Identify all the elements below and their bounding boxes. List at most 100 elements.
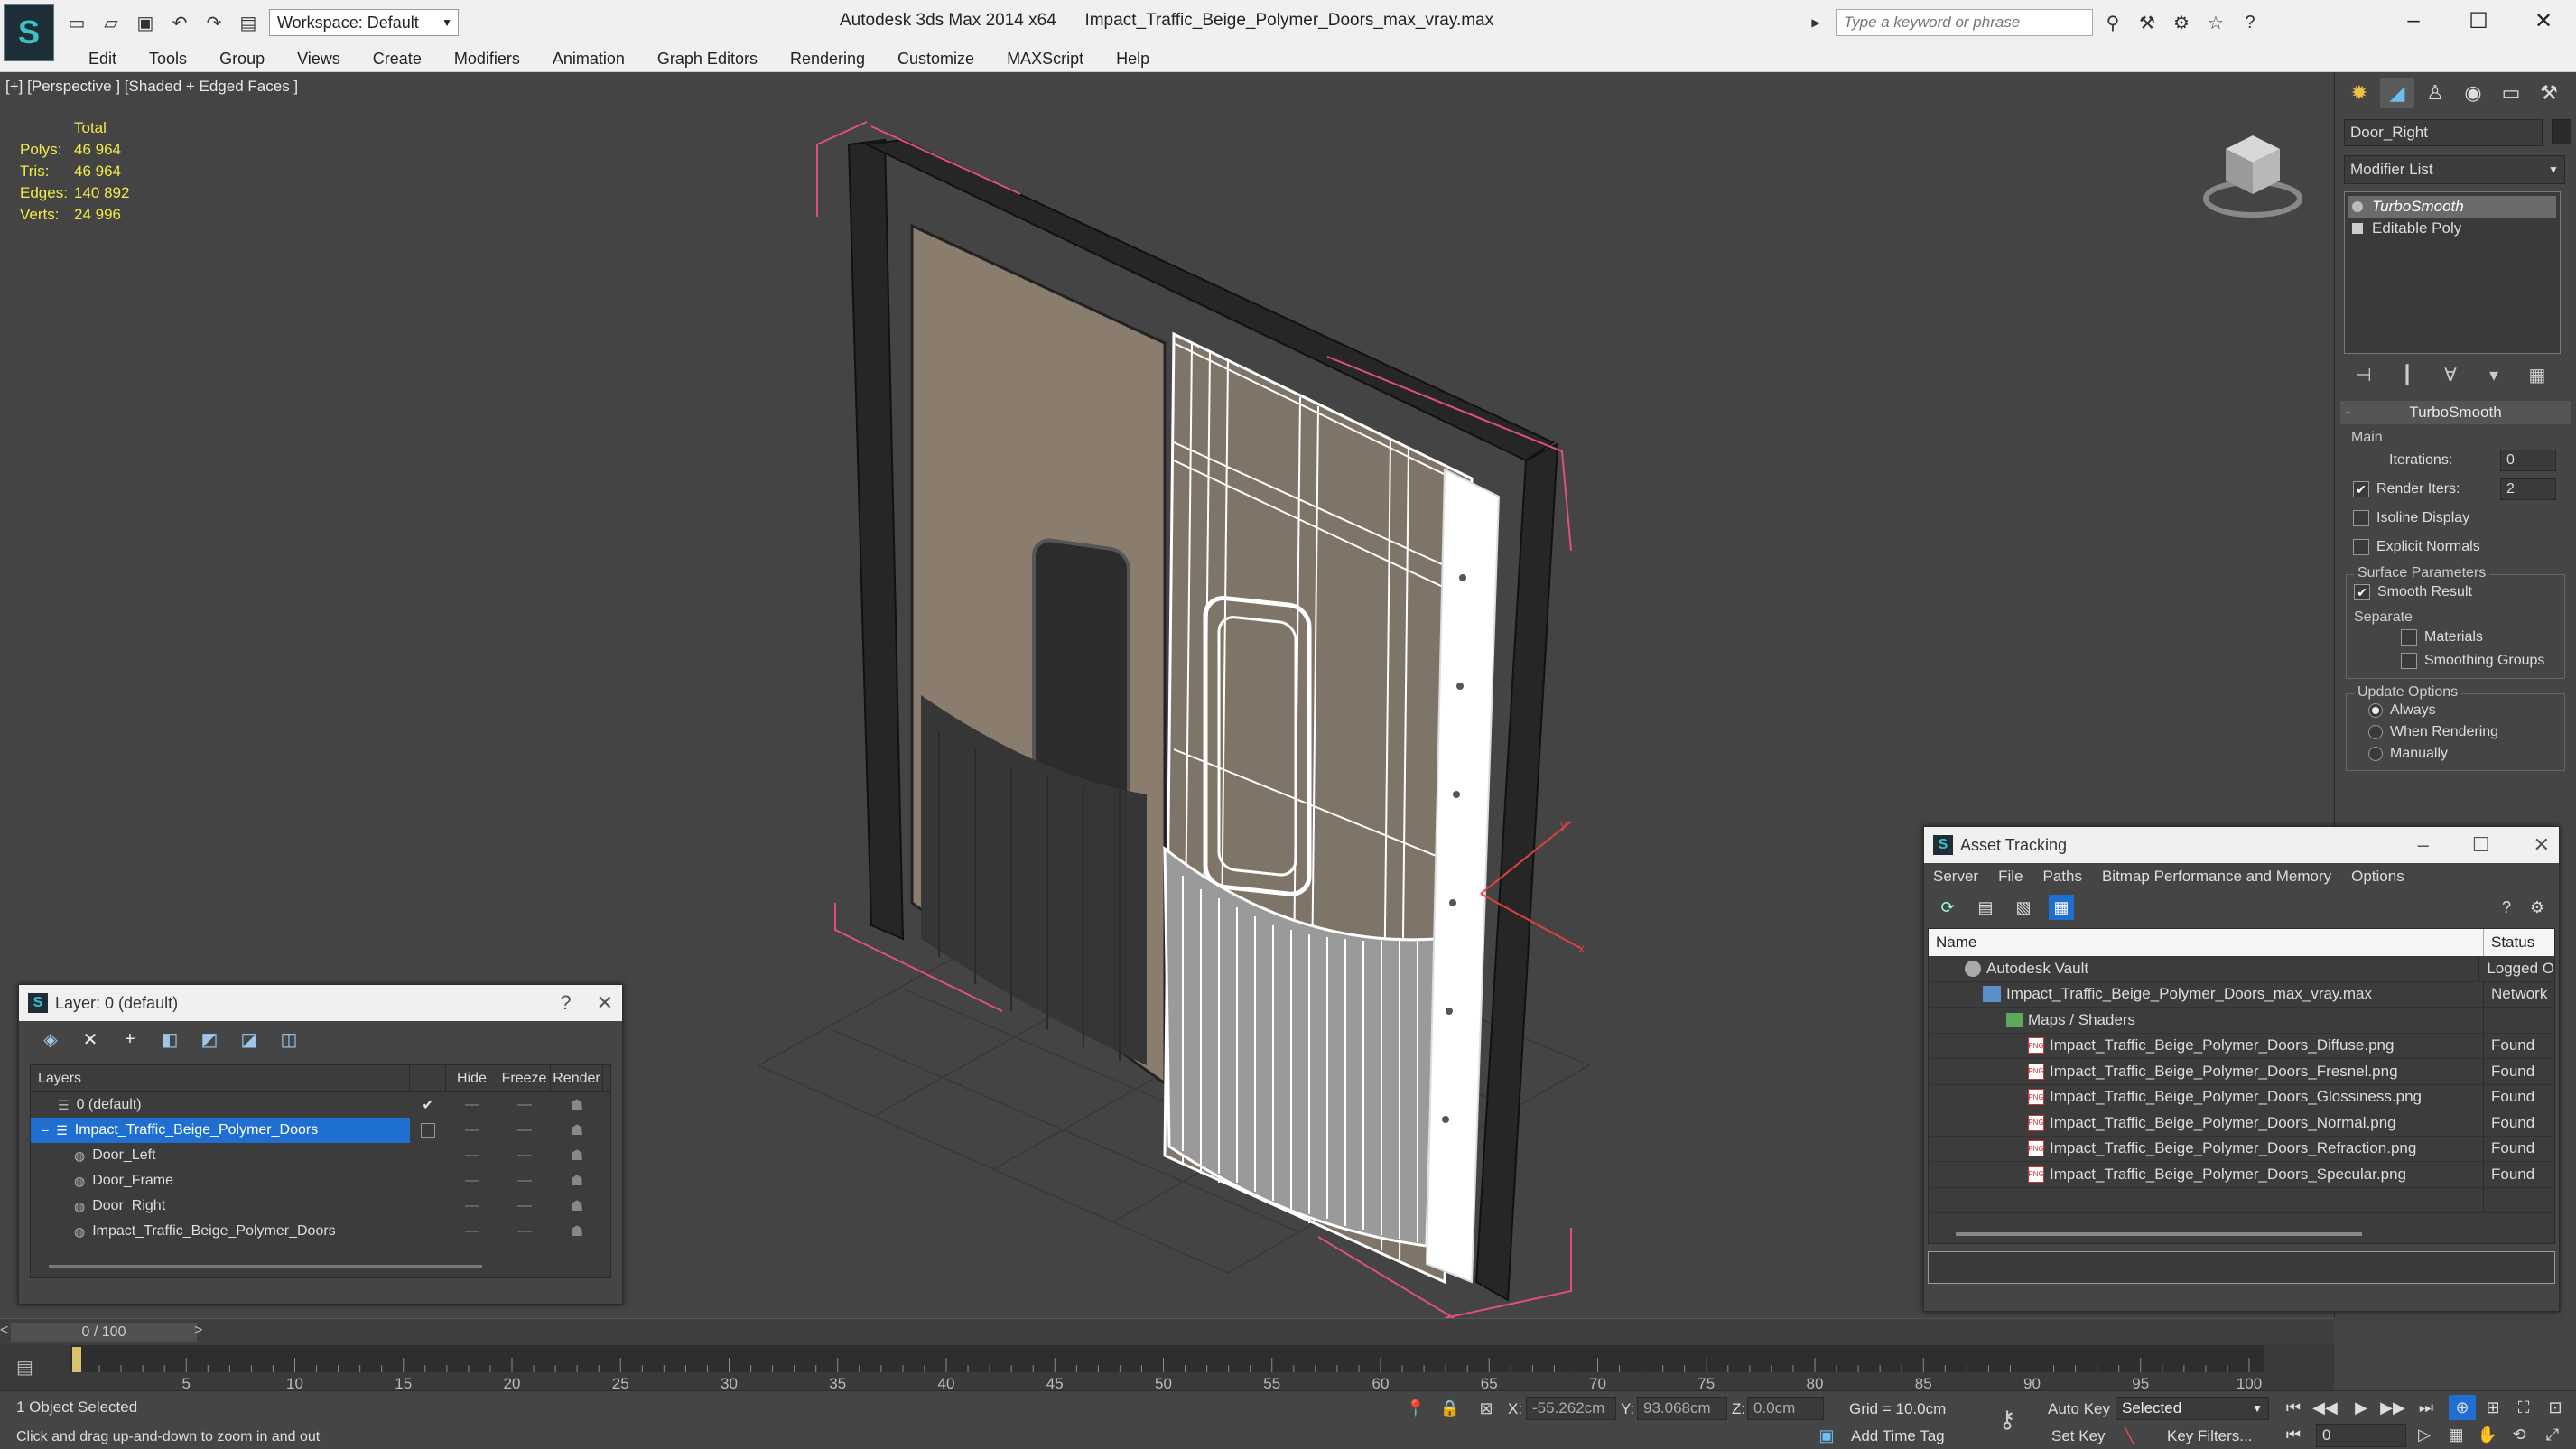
menu-animation[interactable]: Animation xyxy=(536,50,641,69)
time-marker[interactable] xyxy=(72,1347,81,1372)
show-end-result-icon[interactable]: ┃ xyxy=(2395,362,2420,387)
render-teapot-icon[interactable]: ☗ xyxy=(551,1172,603,1190)
hide-toggle[interactable]: — xyxy=(446,1122,498,1138)
open-file-icon[interactable]: ▱ xyxy=(98,9,125,36)
stack-item-editable-poly[interactable]: Editable Poly xyxy=(2348,218,2556,239)
col-freeze[interactable]: Freeze xyxy=(498,1064,551,1092)
select-layer-icon[interactable]: ◩ xyxy=(198,1027,221,1051)
delete-layer-icon[interactable]: ✕ xyxy=(79,1027,102,1051)
isoline-checkbox[interactable] xyxy=(2353,510,2369,526)
key-icon[interactable]: ⚷ xyxy=(1995,1406,2019,1433)
asset-menu-paths[interactable]: Paths xyxy=(2042,868,2081,886)
freeze-toggle[interactable]: — xyxy=(498,1097,551,1113)
col-name[interactable]: Name xyxy=(1929,929,2484,956)
go-to-end-icon[interactable]: ⏭ xyxy=(2413,1395,2440,1420)
key-set-dropdown[interactable]: Selected ▼ xyxy=(2116,1397,2269,1420)
create-tab-icon[interactable]: ✹ xyxy=(2342,78,2376,108)
asset-dialog-titlebar[interactable]: S Asset Tracking – ☐ ✕ xyxy=(1924,827,2559,863)
isolate-selection-icon[interactable]: 📍 xyxy=(1404,1397,1427,1420)
x-coordinate-field[interactable]: -55.262cm xyxy=(1526,1397,1616,1420)
remove-modifier-icon[interactable]: ▾ xyxy=(2481,362,2506,387)
menu-tools[interactable]: Tools xyxy=(133,50,203,69)
communication-icon[interactable]: ⚙ xyxy=(2167,9,2196,36)
y-coordinate-field[interactable]: 93.068cm xyxy=(1637,1397,1727,1420)
play-icon[interactable]: ▶ xyxy=(2348,1395,2375,1420)
current-frame-field[interactable]: 0 xyxy=(2316,1424,2406,1447)
layer-dialog-titlebar[interactable]: S Layer: 0 (default) ? ✕ xyxy=(19,985,622,1021)
horizontal-scrollbar[interactable] xyxy=(49,1265,482,1268)
lightbulb-icon[interactable] xyxy=(2352,201,2363,212)
render-iters-checkbox[interactable]: ✔ xyxy=(2353,481,2369,497)
table-view-icon[interactable]: ▦ xyxy=(2049,895,2074,920)
render-teapot-icon[interactable]: ☗ xyxy=(551,1121,603,1139)
curve-editor-icon[interactable]: ▤ xyxy=(16,1356,42,1378)
layer-object-row[interactable]: ◍ Door_Frame — — ☗ xyxy=(31,1168,610,1194)
close-icon[interactable]: ✕ xyxy=(2511,0,2576,42)
asset-row[interactable]: Maps / Shaders xyxy=(1929,1007,2554,1034)
add-to-layer-icon[interactable]: + xyxy=(118,1027,142,1051)
refresh-icon[interactable]: ⟳ xyxy=(1935,895,1960,920)
expand-icon[interactable]: − xyxy=(42,1123,49,1138)
help-icon[interactable]: ? xyxy=(560,991,571,1015)
asset-path-field[interactable] xyxy=(1928,1251,2555,1284)
search-input[interactable] xyxy=(1836,9,2093,36)
next-key-icon[interactable]: ▶▶ xyxy=(2379,1395,2406,1420)
smoothing-groups-checkbox[interactable] xyxy=(2401,653,2417,669)
menu-customize[interactable]: Customize xyxy=(881,50,990,69)
new-file-icon[interactable]: ▭ xyxy=(63,9,90,36)
zoom-extents-all-icon[interactable]: ⊡ xyxy=(2542,1395,2569,1420)
track-bar[interactable]: ▤ 5 10 15 20 25 30 35 40 45 50 55 60 65 70 75 80 85 90 95 1… xyxy=(0,1345,2334,1390)
asset-menu-options[interactable]: Options xyxy=(2351,868,2404,886)
binoculars-icon[interactable]: ⚲ xyxy=(2098,9,2127,36)
render-teapot-icon[interactable]: ☗ xyxy=(551,1147,603,1165)
pan-hand-icon[interactable]: ✋ xyxy=(2474,1422,2501,1447)
select-objects-icon[interactable]: ◧ xyxy=(158,1027,181,1051)
smooth-result-checkbox[interactable]: ✔ xyxy=(2354,584,2370,600)
pin-stack-icon[interactable]: ⊣ xyxy=(2351,362,2376,387)
save-icon[interactable]: ▣ xyxy=(132,9,159,36)
minimize-icon[interactable]: – xyxy=(2418,833,2429,857)
field-of-view-icon[interactable]: ▷ xyxy=(2411,1422,2438,1447)
turbosmooth-rollout-header[interactable]: - TurboSmooth xyxy=(2340,401,2571,424)
menu-graph-editors[interactable]: Graph Editors xyxy=(641,50,774,69)
make-unique-icon[interactable]: ∀ xyxy=(2438,362,2463,387)
utilities-tab-icon[interactable]: ⚒ xyxy=(2532,78,2566,108)
zoom-extents-icon[interactable]: ⛶ xyxy=(2510,1395,2537,1420)
help-icon[interactable]: ? xyxy=(2494,895,2519,920)
key-filters-button[interactable]: Key Filters... xyxy=(2167,1427,2252,1445)
set-key-button[interactable]: Set Key xyxy=(2051,1427,2106,1445)
manually-radio[interactable] xyxy=(2368,747,2383,761)
set-key-filter-icon[interactable]: ╲ xyxy=(2117,1424,2141,1447)
display-tab-icon[interactable]: ▭ xyxy=(2494,78,2528,108)
time-tag-icon[interactable]: ▣ xyxy=(1815,1424,1838,1447)
freeze-toggle[interactable]: — xyxy=(498,1173,551,1189)
iterations-spinner[interactable]: 0 xyxy=(2500,450,2556,471)
go-to-start-icon[interactable]: ⏮ xyxy=(2280,1395,2307,1420)
settings-icon[interactable]: ⚙ xyxy=(2525,895,2550,920)
always-radio[interactable] xyxy=(2368,703,2383,718)
render-teapot-icon[interactable]: ☗ xyxy=(551,1096,603,1114)
horizontal-scrollbar[interactable] xyxy=(1956,1232,2362,1236)
modify-tab-icon[interactable]: ◢ xyxy=(2380,78,2414,108)
subscription-icon[interactable]: ⚒ xyxy=(2133,9,2162,36)
next-frame-icon[interactable]: > xyxy=(194,1323,207,1342)
redo-icon[interactable]: ↷ xyxy=(200,9,228,36)
app-logo-button[interactable]: S xyxy=(4,4,54,61)
layer-row[interactable]: − ☰ Impact_Traffic_Beige_Polymer_Doors — — ☗ xyxy=(31,1118,610,1143)
menu-views[interactable]: Views xyxy=(281,50,357,69)
zoom-icon[interactable]: ⊕ xyxy=(2449,1395,2476,1420)
viewcube[interactable] xyxy=(2199,113,2307,221)
layer-object-row[interactable]: ◍ Door_Right — — ☗ xyxy=(31,1194,610,1219)
maximize-icon[interactable]: ☐ xyxy=(2446,0,2511,42)
asset-menu-server[interactable]: Server xyxy=(1933,868,1978,886)
hierarchy-tab-icon[interactable]: ♙ xyxy=(2418,78,2452,108)
current-layer-check-icon[interactable]: ✔ xyxy=(410,1096,446,1114)
render-teapot-icon[interactable]: ☗ xyxy=(551,1197,603,1215)
expand-arrow-icon[interactable]: ▶ xyxy=(1801,9,1830,36)
undo-icon[interactable]: ↶ xyxy=(166,9,193,36)
add-time-tag[interactable]: Add Time Tag xyxy=(1851,1427,1945,1445)
viewport-label[interactable]: [+] [Perspective ] [Shaded + Edged Faces… xyxy=(5,78,298,96)
maximize-icon[interactable]: ☐ xyxy=(2472,833,2490,857)
when-rendering-radio[interactable] xyxy=(2368,725,2383,739)
key-mode-icon[interactable]: ⏮ xyxy=(2280,1422,2307,1447)
